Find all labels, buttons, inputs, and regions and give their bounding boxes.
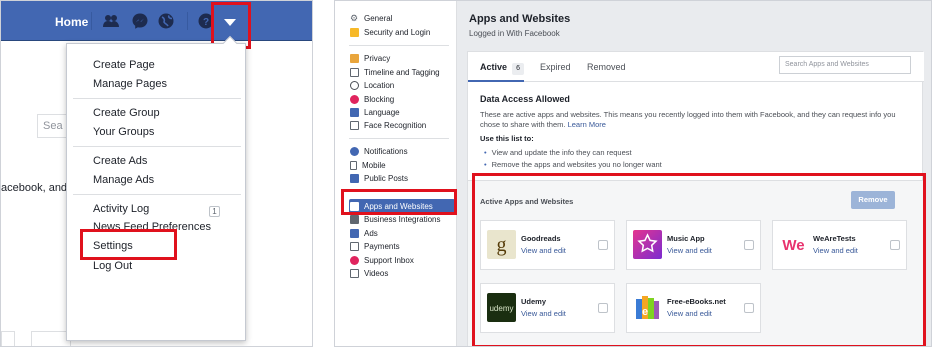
- menu-item-create-ads[interactable]: Create Ads: [93, 155, 147, 167]
- sidebar-item-label: Language: [364, 108, 400, 117]
- data-access-title: Data Access Allowed: [480, 94, 570, 104]
- business-icon: [350, 215, 359, 224]
- sidebar-item-mobile[interactable]: Mobile: [350, 159, 455, 172]
- sidebar-item-public-posts[interactable]: Public Posts: [350, 172, 455, 185]
- menu-item-your-groups[interactable]: Your Groups: [93, 126, 154, 138]
- svg-text:?: ?: [203, 17, 209, 28]
- background-text: acebook, and t: [1, 182, 71, 194]
- blocking-icon: [350, 95, 359, 104]
- language-icon: [350, 108, 359, 117]
- menu-item-create-group[interactable]: Create Group: [93, 107, 160, 119]
- tab-active[interactable]: Active 6: [480, 62, 525, 75]
- sidebar-item-timeline[interactable]: Timeline and Tagging: [350, 66, 455, 79]
- videos-icon: [350, 269, 359, 278]
- sidebar-divider: [349, 45, 449, 46]
- menu-item-create-page[interactable]: Create Page: [93, 59, 155, 71]
- sidebar-item-label: Notifications: [364, 147, 408, 156]
- sidebar-divider: [349, 138, 449, 139]
- notifications-globe-icon[interactable]: [157, 12, 175, 30]
- support-icon: [350, 256, 359, 265]
- list-item: Remove the apps and websites you no long…: [484, 160, 662, 169]
- activity-log-badge: 1: [209, 206, 220, 217]
- screenshot-composite: Home ? Sea acebook, and t Create Page Ma…: [0, 0, 932, 347]
- ads-icon: [350, 229, 359, 238]
- learn-more-link[interactable]: Learn More: [568, 120, 606, 129]
- sidebar-item-videos[interactable]: Videos: [350, 267, 455, 280]
- settings-sidebar: ⚙ General Security and Login Privacy Tim…: [335, 1, 457, 346]
- sidebar-item-blocking[interactable]: Blocking: [350, 93, 455, 106]
- timeline-icon: [350, 68, 359, 77]
- tab-expired[interactable]: Expired: [540, 62, 571, 72]
- menu-item-log-out[interactable]: Log Out: [93, 260, 132, 272]
- sidebar-item-label: Mobile: [362, 161, 386, 170]
- menu-item-manage-ads[interactable]: Manage Ads: [93, 174, 154, 186]
- sidebar-item-label: Payments: [364, 242, 400, 251]
- friend-requests-icon[interactable]: [102, 12, 120, 30]
- sidebar-item-label: Security and Login: [364, 28, 431, 37]
- tab-label: Active: [480, 62, 508, 72]
- data-access-text: These are active apps and websites. This…: [480, 110, 896, 129]
- sidebar-item-language[interactable]: Language: [350, 106, 455, 119]
- highlight-settings-box: [80, 229, 177, 260]
- data-access-description: These are active apps and websites. This…: [480, 110, 910, 130]
- apps-tabs: Active 6 Expired Removed Search Apps and …: [468, 52, 924, 82]
- page-title: Apps and Websites: [469, 13, 571, 25]
- shield-icon: [350, 28, 359, 37]
- sidebar-item-label: Support Inbox: [364, 256, 414, 265]
- facebook-menu-panel: Home ? Sea acebook, and t Create Page Ma…: [0, 0, 313, 347]
- menu-item-activity-log[interactable]: Activity Log: [93, 203, 149, 215]
- sidebar-item-label: Blocking: [364, 95, 395, 104]
- sidebar-item-general[interactable]: ⚙ General: [350, 12, 455, 25]
- nav-separator: [187, 12, 188, 30]
- sidebar-item-label: Face Recognition: [364, 121, 427, 130]
- menu-divider: [73, 194, 241, 195]
- use-list-title: Use this list to:: [480, 134, 534, 143]
- menu-item-manage-pages[interactable]: Manage Pages: [93, 78, 167, 90]
- tab-count-badge: 6: [512, 63, 525, 75]
- highlight-active-apps-box: [472, 173, 926, 346]
- tab-removed[interactable]: Removed: [587, 62, 626, 72]
- sidebar-item-face-recognition[interactable]: Face Recognition: [350, 119, 455, 132]
- sidebar-item-ads[interactable]: Ads: [350, 227, 455, 240]
- sidebar-item-label: Public Posts: [364, 174, 409, 183]
- page-subtitle: Logged in With Facebook: [469, 29, 560, 38]
- sidebar-item-label: Videos: [364, 269, 389, 278]
- search-apps-input[interactable]: Search Apps and Websites: [779, 56, 911, 74]
- sidebar-item-security[interactable]: Security and Login: [350, 26, 455, 39]
- sidebar-item-label: Timeline and Tagging: [364, 68, 440, 77]
- highlight-apps-sidebar-box: [341, 189, 457, 215]
- face-recognition-icon: [350, 121, 359, 130]
- mobile-icon: [350, 161, 357, 170]
- messenger-icon[interactable]: [131, 12, 149, 30]
- active-tab-indicator: [468, 80, 524, 82]
- sidebar-item-privacy[interactable]: Privacy: [350, 52, 455, 65]
- sidebar-item-label: Location: [364, 81, 395, 90]
- settings-page-panel: ⚙ General Security and Login Privacy Tim…: [334, 0, 932, 347]
- sidebar-item-label: Business Integrations: [364, 215, 441, 224]
- location-icon: [350, 81, 359, 90]
- gear-icon: ⚙: [350, 13, 359, 23]
- background-box: [31, 331, 71, 346]
- background-box: [1, 331, 15, 346]
- sidebar-item-location[interactable]: Location: [350, 79, 455, 92]
- menu-divider: [73, 146, 241, 147]
- privacy-icon: [350, 54, 359, 63]
- sidebar-item-notifications[interactable]: Notifications: [350, 145, 455, 158]
- globe-icon: [350, 147, 359, 156]
- payments-icon: [350, 242, 359, 251]
- sidebar-item-payments[interactable]: Payments: [350, 240, 455, 253]
- public-posts-icon: [350, 174, 359, 183]
- menu-divider: [73, 98, 241, 99]
- sidebar-item-support-inbox[interactable]: Support Inbox: [350, 254, 455, 267]
- sidebar-item-label: General: [364, 14, 393, 23]
- nav-separator: [91, 12, 92, 30]
- sidebar-item-label: Privacy: [364, 54, 391, 63]
- home-link[interactable]: Home: [55, 15, 88, 29]
- account-dropdown-menu: Create Page Manage Pages Create Group Yo…: [66, 35, 246, 341]
- facebook-top-bar: Home ?: [1, 1, 312, 41]
- list-item: View and update the info they can reques…: [484, 148, 632, 157]
- sidebar-item-label: Ads: [364, 229, 378, 238]
